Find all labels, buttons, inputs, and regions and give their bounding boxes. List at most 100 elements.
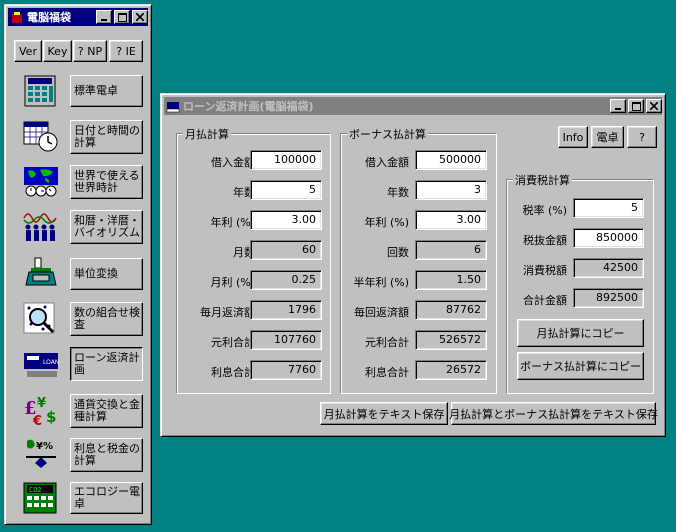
- tax-excluded-amount-field[interactable]: 850000: [573, 228, 644, 248]
- svg-text:CO2: CO2: [29, 486, 42, 494]
- biorhythm-icon[interactable]: [23, 210, 59, 242]
- launch-label: 通貨交換と金種計算: [74, 398, 140, 423]
- monthly-total-field: 107760: [250, 330, 322, 350]
- help-np-button[interactable]: ? NP: [73, 40, 107, 62]
- monthly-loan-amount-field[interactable]: 100000: [250, 150, 322, 170]
- tax-total-label: 合計金額: [523, 294, 567, 307]
- bonus-interest-label: 利息合計: [365, 366, 409, 379]
- launch-world-clock[interactable]: 世界で使える世界時計: [70, 165, 143, 199]
- bonus-years-label: 年数: [387, 186, 409, 199]
- bonus-group: ボーナス払計算 借入金額 500000 年数 3 年利 (%) 3.00 回数 …: [340, 126, 497, 394]
- close-icon: [650, 102, 658, 110]
- bonus-years-field[interactable]: 3: [415, 180, 487, 200]
- eco-calculator-icon[interactable]: CO2: [23, 482, 59, 514]
- svg-text:¥: ¥: [37, 396, 46, 411]
- ver-button[interactable]: Ver: [14, 40, 42, 62]
- tax-excluded-amount-label: 税抜金額: [523, 234, 567, 247]
- svg-text:$: $: [46, 408, 56, 426]
- close-button[interactable]: [646, 99, 662, 113]
- monthly-rate-label: 月利 (%): [210, 276, 255, 289]
- tax-group: 消費税計算 税率 (%) 5 税抜金額 850000 消費税額 42500 合計…: [506, 172, 654, 394]
- bonus-loan-amount-field[interactable]: 500000: [415, 150, 487, 170]
- minimize-button[interactable]: [610, 99, 626, 113]
- svg-text:¥%: ¥%: [36, 441, 53, 452]
- bonus-total-field: 526572: [415, 330, 487, 350]
- monthly-months-field: 60: [250, 240, 322, 260]
- launch-standard-calculator[interactable]: 標準電卓: [70, 75, 143, 107]
- tax-rate-field[interactable]: 5: [573, 198, 644, 218]
- launch-label: ローン返済計画: [74, 351, 140, 376]
- launch-label: エコロジー電卓: [74, 485, 140, 510]
- bonus-total-label: 元利合計: [365, 336, 409, 349]
- monthly-group-title: 月払計算: [183, 126, 231, 142]
- monthly-annual-rate-label: 年利 (%): [210, 216, 255, 229]
- monthly-interest-label: 利息合計: [211, 366, 255, 379]
- maximize-icon: [631, 101, 641, 111]
- minimize-button[interactable]: [96, 10, 112, 24]
- loan-icon[interactable]: LOAN: [23, 347, 59, 379]
- bonus-annual-rate-field[interactable]: 3.00: [415, 210, 487, 230]
- launch-loan-plan[interactable]: ローン返済計画: [70, 347, 143, 381]
- tax-group-title: 消費税計算: [513, 172, 572, 188]
- launch-calendar-biorhythm[interactable]: 和暦・洋暦・バイオリズム: [70, 210, 143, 244]
- tax-total-field: 892500: [573, 288, 644, 308]
- launcher-window: 電脳福袋 Ver Key ? NP ? IE 標準電卓 日付と時間の計算 世界で…: [4, 4, 152, 525]
- info-button[interactable]: Info: [558, 126, 588, 148]
- bonus-loan-amount-label: 借入金額: [365, 156, 409, 169]
- svg-text:€: €: [32, 414, 42, 426]
- launch-date-time[interactable]: 日付と時間の計算: [70, 120, 143, 154]
- key-button[interactable]: Key: [43, 40, 72, 62]
- monthly-interest-field: 7760: [250, 360, 322, 380]
- maximize-icon: [117, 12, 127, 22]
- bonus-count-label: 回数: [387, 246, 409, 259]
- scale-icon[interactable]: [23, 256, 59, 288]
- maximize-button[interactable]: [628, 99, 644, 113]
- launch-unit-conversion[interactable]: 単位変換: [70, 258, 143, 290]
- interest-tax-icon[interactable]: ¥%: [23, 437, 59, 469]
- launcher-titlebar[interactable]: 電脳福袋: [8, 8, 148, 26]
- close-button[interactable]: [132, 10, 148, 24]
- svg-text:LOAN: LOAN: [43, 359, 59, 366]
- launcher-title: 電脳福袋: [27, 11, 71, 24]
- calculator-button[interactable]: 電卓: [591, 126, 624, 148]
- calendar-clock-icon[interactable]: [23, 120, 59, 152]
- loan-titlebar[interactable]: ローン返済計画(電脳福袋): [164, 97, 662, 115]
- launch-label: 世界で使える世界時計: [74, 169, 140, 194]
- launch-currency-exchange[interactable]: 通貨交換と金種計算: [70, 394, 143, 428]
- monthly-loan-amount-label: 借入金額: [211, 156, 255, 169]
- monthly-annual-rate-field[interactable]: 3.00: [250, 210, 322, 230]
- world-clock-icon[interactable]: [23, 165, 59, 197]
- launch-label: 和暦・洋暦・バイオリズム: [74, 214, 140, 239]
- currency-icon[interactable]: £ ¥ € $: [23, 394, 59, 426]
- monthly-total-label: 元利合計: [211, 336, 255, 349]
- launch-label: 利息と税金の計算: [74, 442, 140, 467]
- bonus-annual-rate-label: 年利 (%): [364, 216, 409, 229]
- monthly-payment-field: 1796: [250, 300, 322, 320]
- launch-label: 単位変換: [74, 267, 118, 280]
- monthly-group: 月払計算 借入金額 100000 年数 5 年利 (%) 3.00 月数 60 …: [176, 126, 331, 394]
- tax-amount-field: 42500: [573, 258, 644, 278]
- launch-combination-check[interactable]: 数の組合せ検査: [70, 302, 143, 336]
- copy-to-bonus-button[interactable]: ボーナス払計算にコピー: [517, 352, 644, 380]
- help-ie-button[interactable]: ? IE: [109, 40, 143, 62]
- tax-amount-label: 消費税額: [523, 264, 567, 277]
- copy-to-monthly-button[interactable]: 月払計算にコピー: [517, 319, 644, 347]
- bonus-semiannual-rate-label: 半年利 (%): [353, 276, 409, 289]
- monthly-years-field[interactable]: 5: [250, 180, 322, 200]
- help-button[interactable]: ?: [627, 126, 657, 148]
- tax-rate-label: 税率 (%): [522, 204, 567, 217]
- minimize-icon: [615, 108, 621, 110]
- calculator-icon[interactable]: [23, 75, 59, 107]
- magnifier-icon[interactable]: [23, 302, 59, 334]
- launch-eco-calculator[interactable]: エコロジー電卓: [70, 482, 143, 514]
- loan-title: ローン返済計画(電脳福袋): [183, 100, 314, 113]
- launch-label: 標準電卓: [74, 84, 118, 97]
- bonus-count-field: 6: [415, 240, 487, 260]
- loan-app-icon: [166, 102, 180, 113]
- save-monthly-text-button[interactable]: 月払計算をテキスト保存: [320, 402, 448, 425]
- close-icon: [136, 13, 144, 21]
- launch-interest-tax[interactable]: 利息と税金の計算: [70, 438, 143, 472]
- maximize-button[interactable]: [114, 10, 130, 24]
- save-both-text-button[interactable]: 月払計算とボーナス払計算をテキスト保存: [449, 402, 658, 425]
- launch-label: 数の組合せ検査: [74, 306, 140, 331]
